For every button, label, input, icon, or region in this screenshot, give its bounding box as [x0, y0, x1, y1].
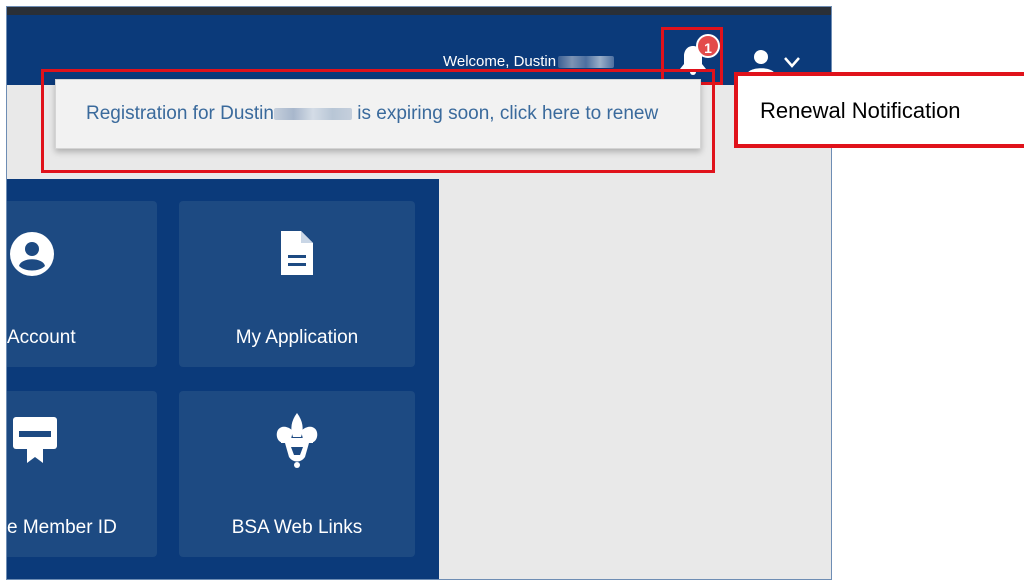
- document-icon: [281, 231, 313, 275]
- renewal-notification-callout: Renewal Notification: [734, 72, 1024, 148]
- welcome-message: Welcome, Dustin: [443, 53, 615, 70]
- dashboard-tiles-panel: Account My Application e Member ID BSA W…: [7, 179, 439, 579]
- tile-account[interactable]: Account: [7, 201, 157, 367]
- notification-count-badge: 1: [696, 34, 720, 58]
- tile-my-application[interactable]: My Application: [179, 201, 415, 367]
- tile-member-id[interactable]: e Member ID: [7, 391, 157, 557]
- tile-label: e Member ID: [7, 517, 117, 538]
- redacted-name: [558, 56, 615, 69]
- app-screenshot: Welcome, Dustin 1 Registration for Dusti…: [6, 6, 832, 580]
- welcome-text: Welcome, Dustin: [443, 53, 557, 70]
- redacted-name: [273, 107, 352, 120]
- account-circle-icon: [10, 232, 54, 276]
- notification-text-end: is expiring soon, click here to renew: [351, 103, 659, 124]
- renewal-notification[interactable]: Registration for Dustin is expiring soon…: [55, 79, 701, 149]
- tile-label: My Application: [235, 327, 359, 348]
- member-id-card-icon: [13, 417, 57, 463]
- tile-label: Account: [7, 327, 76, 348]
- tile-bsa-web-links[interactable]: BSA Web Links: [179, 391, 415, 557]
- notification-text-start: Registration for Dustin: [86, 103, 274, 124]
- browser-top-strip: [7, 7, 831, 15]
- tile-label: BSA Web Links: [231, 517, 363, 538]
- chevron-down-icon: [784, 57, 800, 68]
- fleur-de-lis-icon: [276, 413, 318, 468]
